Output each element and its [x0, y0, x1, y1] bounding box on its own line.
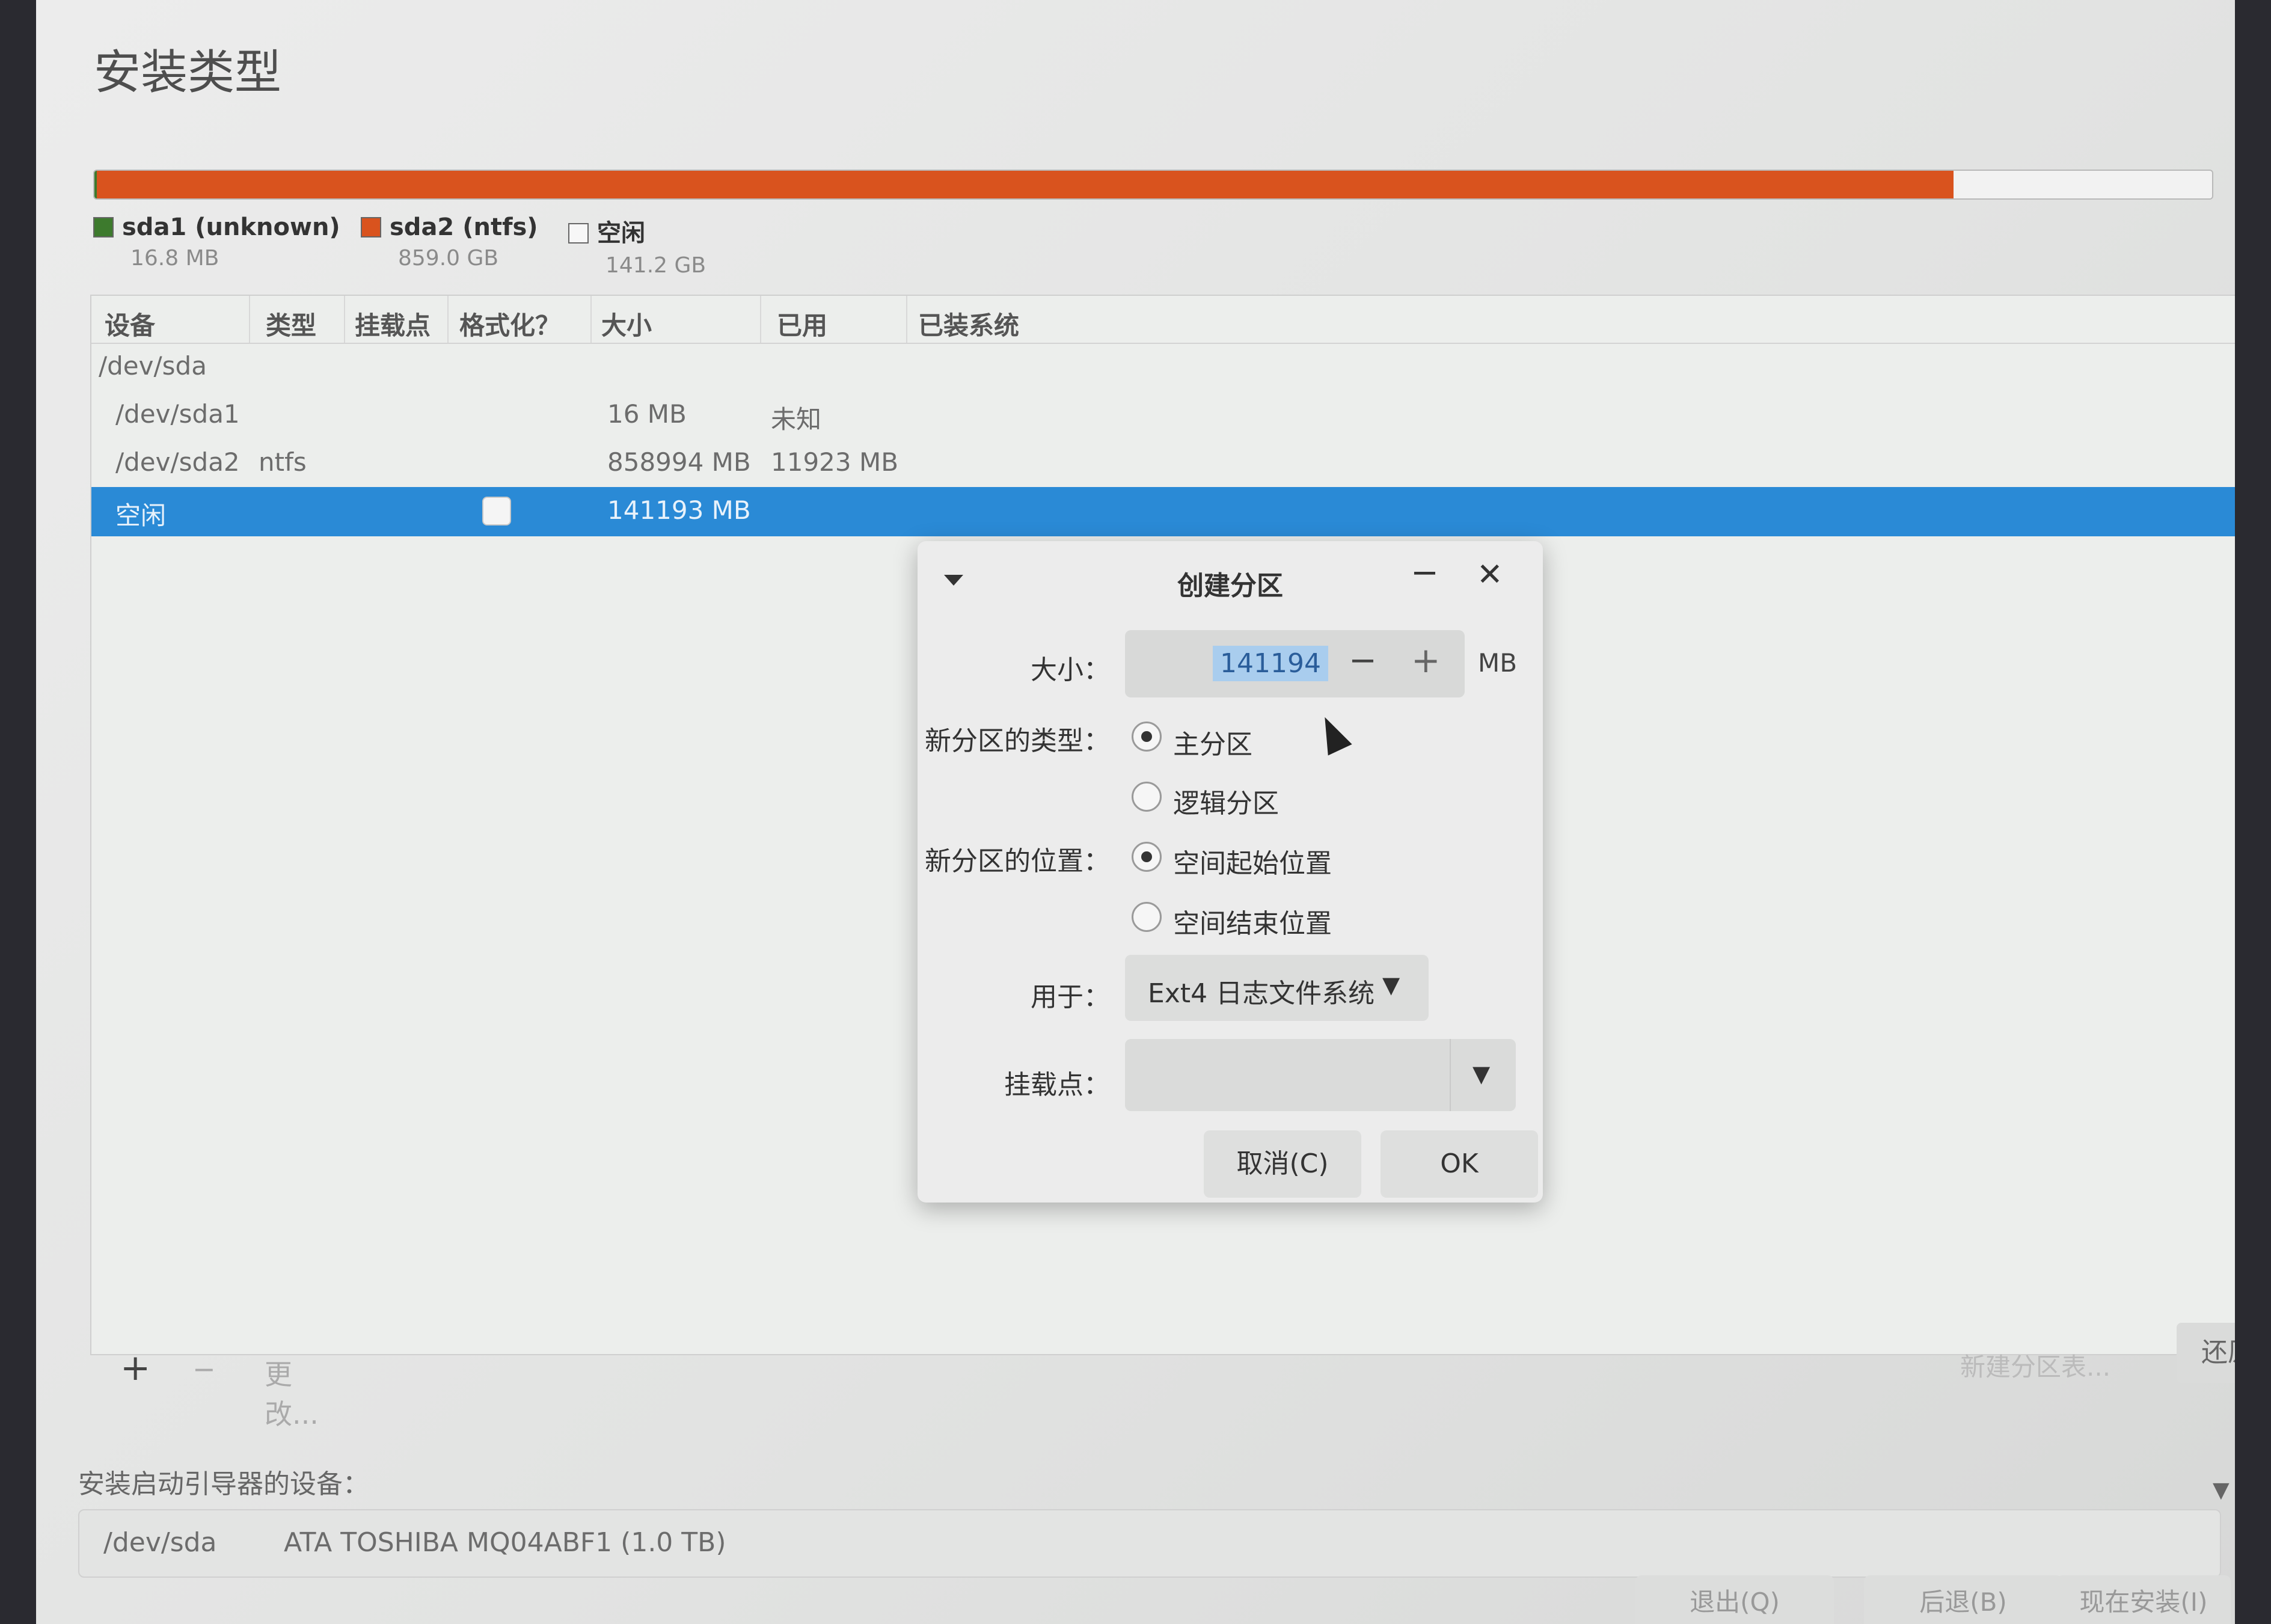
header-size[interactable]: 大小: [601, 305, 652, 342]
table-row[interactable]: /dev/sda1 16 MB 未知: [91, 391, 2235, 439]
header-used[interactable]: 已用: [777, 305, 827, 342]
radio-location-start-label[interactable]: 空间起始位置: [1173, 842, 1332, 880]
bootloader-label: 安装启动引导器的设备：: [78, 1469, 369, 1500]
legend-size: 141.2 GB: [605, 253, 706, 278]
add-partition-button[interactable]: +: [102, 1341, 168, 1395]
radio-logical[interactable]: [1132, 782, 1162, 812]
chevron-down-icon: ▼: [1382, 972, 1400, 998]
legend-size: 859.0 GB: [398, 246, 499, 271]
cell-size: 16 MB: [607, 399, 687, 429]
header-divider: [249, 296, 250, 343]
location-label: 新分区的位置：: [925, 846, 1110, 877]
disk-segment-free: [1954, 171, 2212, 198]
chevron-down-icon[interactable]: ▼: [1473, 1061, 1490, 1087]
table-row[interactable]: /dev/sda2 ntfs 858994 MB 11923 MB: [91, 439, 2235, 487]
table-row[interactable]: /dev/sda: [91, 343, 2235, 391]
header-divider: [447, 296, 449, 343]
format-checkbox[interactable]: [482, 497, 511, 526]
size-unit: MB: [1478, 648, 1518, 678]
bootloader-device: /dev/sda: [103, 1527, 217, 1558]
radio-logical-label[interactable]: 逻辑分区: [1173, 782, 1279, 820]
cell-device: /dev/sda: [99, 351, 207, 381]
legend-name: 空闲: [597, 219, 645, 247]
cell-device: /dev/sda1: [115, 399, 240, 429]
legend-name: sda2 (ntfs): [390, 213, 538, 241]
back-button[interactable]: 后退(B): [1864, 1575, 2062, 1624]
legend-item-sda2: sda2 (ntfs) 859.0 GB: [361, 213, 538, 271]
restore-button[interactable]: 还原: [2177, 1323, 2235, 1383]
dialog-title: 创建分区: [1177, 571, 1283, 601]
radio-location-start[interactable]: [1132, 842, 1162, 872]
header-divider: [590, 296, 592, 343]
bootloader-device-description: ATA TOSHIBA MQ04ABF1 (1.0 TB): [284, 1527, 726, 1558]
cancel-button[interactable]: 取消(C): [1204, 1130, 1361, 1198]
mount-point-label: 挂载点：: [1004, 1070, 1110, 1100]
create-partition-dialog: 创建分区 − ✕ 大小： 141194 − + MB 新分区的类型： 主分区 逻…: [918, 541, 1543, 1203]
radio-location-end-label[interactable]: 空间结束位置: [1173, 902, 1332, 940]
legend-swatch-sda1: [93, 217, 114, 237]
disk-segment-sda2: [97, 171, 1954, 198]
header-divider: [760, 296, 761, 343]
cell-used: 未知: [771, 405, 822, 434]
page-title: 安装类型: [94, 46, 282, 100]
radio-location-end[interactable]: [1132, 902, 1162, 932]
ok-button[interactable]: OK: [1381, 1130, 1538, 1198]
table-row-selected[interactable]: 空闲 141193 MB: [91, 487, 2235, 536]
radio-primary-label[interactable]: 主分区: [1173, 723, 1252, 761]
close-icon[interactable]: ✕: [1477, 557, 1503, 593]
installer-window: 安装类型 sda1 (unknown) 16.8 MB sda2 (ntfs) …: [36, 0, 2235, 1624]
legend-item-sda1: sda1 (unknown) 16.8 MB: [93, 213, 340, 271]
change-partition-button[interactable]: 更改...: [247, 1347, 337, 1438]
cell-used: 11923 MB: [771, 447, 899, 477]
header-device[interactable]: 设备: [105, 305, 155, 342]
mount-point-combo[interactable]: ▼: [1125, 1039, 1516, 1111]
legend-item-free: 空闲 141.2 GB: [568, 213, 706, 278]
header-divider: [344, 296, 345, 343]
cell-size: 858994 MB: [607, 447, 751, 477]
install-now-button[interactable]: 现在安装(I): [2056, 1575, 2231, 1624]
cell-device: 空闲: [115, 501, 167, 530]
new-partition-table-button[interactable]: 新建分区表...: [1960, 1347, 2110, 1383]
legend-name: sda1 (unknown): [122, 213, 340, 241]
remove-partition-button[interactable]: −: [174, 1347, 234, 1391]
header-type[interactable]: 类型: [266, 305, 316, 342]
bootloader-device-select[interactable]: /dev/sda ATA TOSHIBA MQ04ABF1 (1.0 TB): [78, 1509, 2221, 1578]
type-label: 新分区的类型：: [925, 726, 1110, 756]
legend-size: 16.8 MB: [130, 246, 219, 271]
size-label: 大小：: [1031, 655, 1110, 685]
minimize-icon[interactable]: −: [1411, 553, 1439, 592]
use-as-select[interactable]: Ext4 日志文件系统 ▼: [1125, 955, 1429, 1021]
header-format[interactable]: 格式化？: [459, 305, 560, 342]
chevron-down-icon[interactable]: ▼: [2213, 1478, 2230, 1503]
combo-divider: [1450, 1039, 1451, 1111]
use-as-label: 用于：: [1031, 982, 1110, 1013]
header-mount[interactable]: 挂载点: [355, 305, 431, 342]
header-divider: [906, 296, 907, 343]
use-as-value: Ext4 日志文件系统: [1148, 978, 1375, 1009]
size-spinbox[interactable]: 141194 − +: [1125, 630, 1465, 697]
cell-size: 141193 MB: [607, 495, 751, 525]
header-system[interactable]: 已装系统: [918, 305, 1019, 342]
cell-device: /dev/sda2: [115, 447, 240, 477]
quit-button[interactable]: 退出(Q): [1635, 1575, 1834, 1624]
decrement-button[interactable]: −: [1349, 641, 1377, 680]
increment-button[interactable]: +: [1411, 640, 1441, 681]
legend-swatch-free: [568, 223, 589, 244]
radio-primary[interactable]: [1132, 722, 1162, 752]
disk-usage-bar: [93, 170, 2213, 200]
legend-swatch-sda2: [361, 217, 381, 237]
table-header: 设备 类型 挂载点 格式化？ 大小 已用 已装系统: [91, 296, 2235, 344]
size-input[interactable]: 141194: [1213, 646, 1328, 681]
cell-type: ntfs: [259, 447, 307, 477]
